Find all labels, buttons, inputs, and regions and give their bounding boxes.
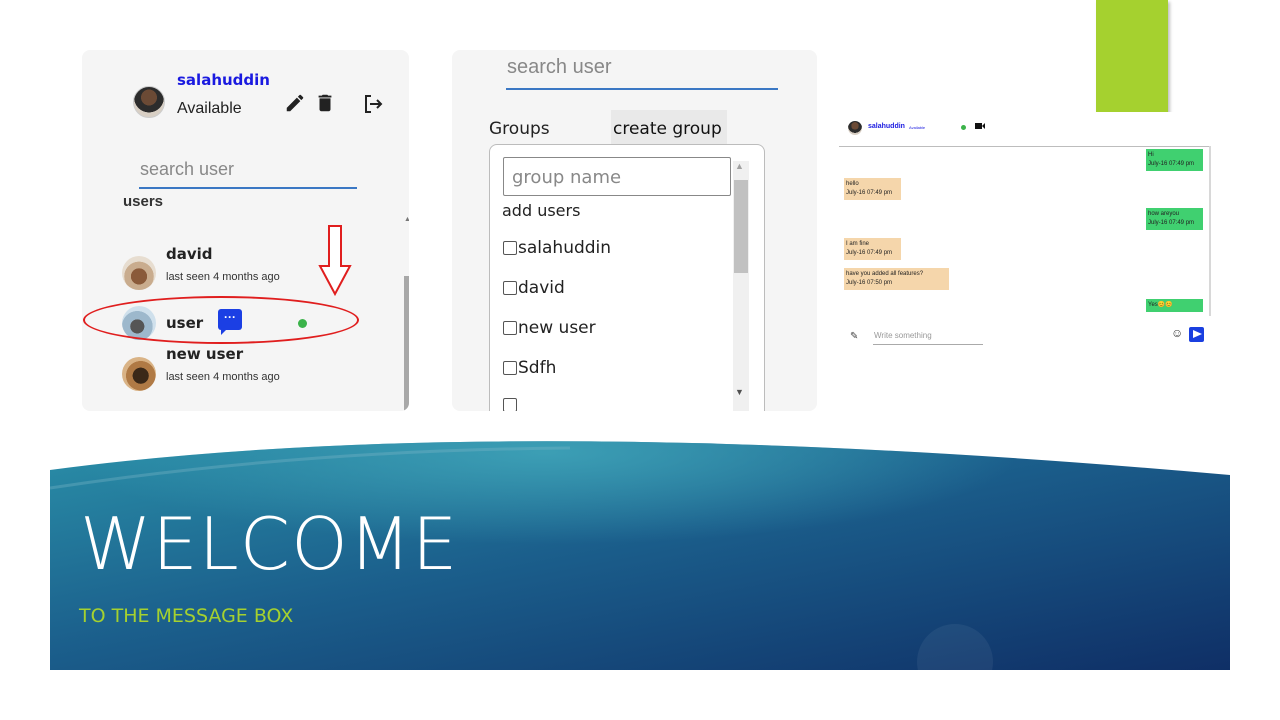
profile-avatar[interactable]: [133, 86, 165, 118]
pencil-icon: ✎: [850, 331, 859, 342]
message-time: July-16 07:49 pm: [846, 190, 893, 196]
message-text: Hi: [1148, 152, 1154, 158]
slide-title: WELCOME: [80, 502, 459, 586]
checkbox-label: salahuddin: [518, 238, 612, 258]
input-underline: [873, 344, 983, 345]
chat-scrollbar[interactable]: [1209, 146, 1211, 316]
edit-icon[interactable]: [284, 92, 306, 114]
chat-name: salahuddin: [868, 123, 905, 130]
message-bubble: Yes😊😊: [1146, 299, 1203, 312]
groups-label[interactable]: Groups: [489, 119, 550, 139]
create-group-button[interactable]: create group: [611, 110, 727, 146]
checkbox-label: new user: [518, 318, 596, 338]
add-users-label: add users: [502, 201, 581, 220]
message-bubble: have you added all features? July-16 07:…: [844, 268, 949, 290]
divider: [839, 146, 1211, 147]
search-underline: [506, 88, 778, 90]
arrow-down-icon: [318, 225, 352, 296]
user-avatar[interactable]: [122, 256, 156, 290]
sidebar-panel: salahuddin Available search user users ▲…: [82, 50, 409, 411]
search-underline: [139, 187, 357, 189]
user-checkbox-item[interactable]: david: [503, 278, 565, 298]
message-input[interactable]: Write something: [874, 331, 932, 340]
group-name-input[interactable]: group name: [503, 157, 731, 196]
user-last-seen: last seen 4 months ago: [166, 371, 280, 383]
message-bubble: hello July-16 07:49 pm: [844, 178, 901, 200]
scroll-up-icon[interactable]: ▲: [404, 216, 409, 223]
checkbox[interactable]: [503, 361, 517, 375]
accent-block: [1096, 0, 1168, 121]
message-time: July-16 07:49 pm: [1148, 220, 1195, 226]
group-panel: search user Groups create group group na…: [452, 50, 817, 411]
scrollbar-thumb[interactable]: [734, 180, 748, 273]
user-checkbox-item[interactable]: salahuddin: [503, 238, 611, 258]
message-time: July-16 07:49 pm: [1148, 161, 1195, 167]
scrollbar[interactable]: [404, 276, 409, 411]
send-button[interactable]: [1189, 327, 1204, 342]
scroll-up-icon[interactable]: ▲: [735, 161, 744, 171]
logout-icon[interactable]: [361, 92, 385, 116]
user-name[interactable]: david: [166, 245, 213, 263]
user-checkbox-item[interactable]: [503, 398, 518, 411]
checkbox-label: david: [518, 278, 565, 298]
chat-status: Available: [909, 125, 926, 130]
message-bubble: Hi July-16 07:49 pm: [1146, 149, 1203, 171]
message-text: Yes😊😊: [1148, 302, 1173, 308]
user-name[interactable]: new user: [166, 345, 243, 363]
checkbox[interactable]: [503, 241, 517, 255]
user-last-seen: last seen 4 months ago: [166, 271, 280, 283]
user-avatar[interactable]: [122, 357, 156, 391]
message-text: have you added all features?: [846, 271, 924, 277]
checkbox-label: Sdfh: [518, 358, 557, 378]
message-text: how areyou: [1148, 211, 1180, 217]
search-input[interactable]: search user: [140, 159, 234, 180]
chat-avatar[interactable]: [848, 121, 862, 135]
user-checkbox-item[interactable]: new user: [503, 318, 596, 338]
checkbox[interactable]: [503, 321, 517, 335]
message-text: hello: [846, 181, 859, 187]
scroll-down-icon[interactable]: ▼: [735, 387, 744, 397]
message-time: July-16 07:50 pm: [846, 280, 893, 286]
checkbox[interactable]: [503, 398, 517, 411]
online-indicator: [961, 125, 966, 130]
slide-subtitle: TO THE MESSAGE BOX: [79, 605, 294, 627]
message-text: I am fine: [846, 241, 870, 247]
delete-icon[interactable]: [314, 92, 336, 114]
user-checkbox-item[interactable]: Sdfh: [503, 358, 556, 378]
users-header: users: [123, 198, 164, 209]
message-bubble: I am fine July-16 07:49 pm: [844, 238, 901, 260]
profile-name: salahuddin: [177, 71, 270, 89]
create-group-dialog: group name add users salahuddin david ne…: [489, 144, 765, 411]
emoji-icon[interactable]: ☺: [1171, 326, 1183, 340]
checkbox[interactable]: [503, 281, 517, 295]
message-bubble: how areyou July-16 07:49 pm: [1146, 208, 1203, 230]
group-search-input[interactable]: search user: [507, 56, 612, 79]
highlight-ellipse: [83, 296, 359, 344]
message-time: July-16 07:49 pm: [846, 250, 893, 256]
chat-panel: salahuddin Available Hi July-16 07:49 pm…: [839, 112, 1215, 372]
profile-status: Available: [177, 100, 242, 117]
video-call-icon[interactable]: [975, 123, 985, 129]
